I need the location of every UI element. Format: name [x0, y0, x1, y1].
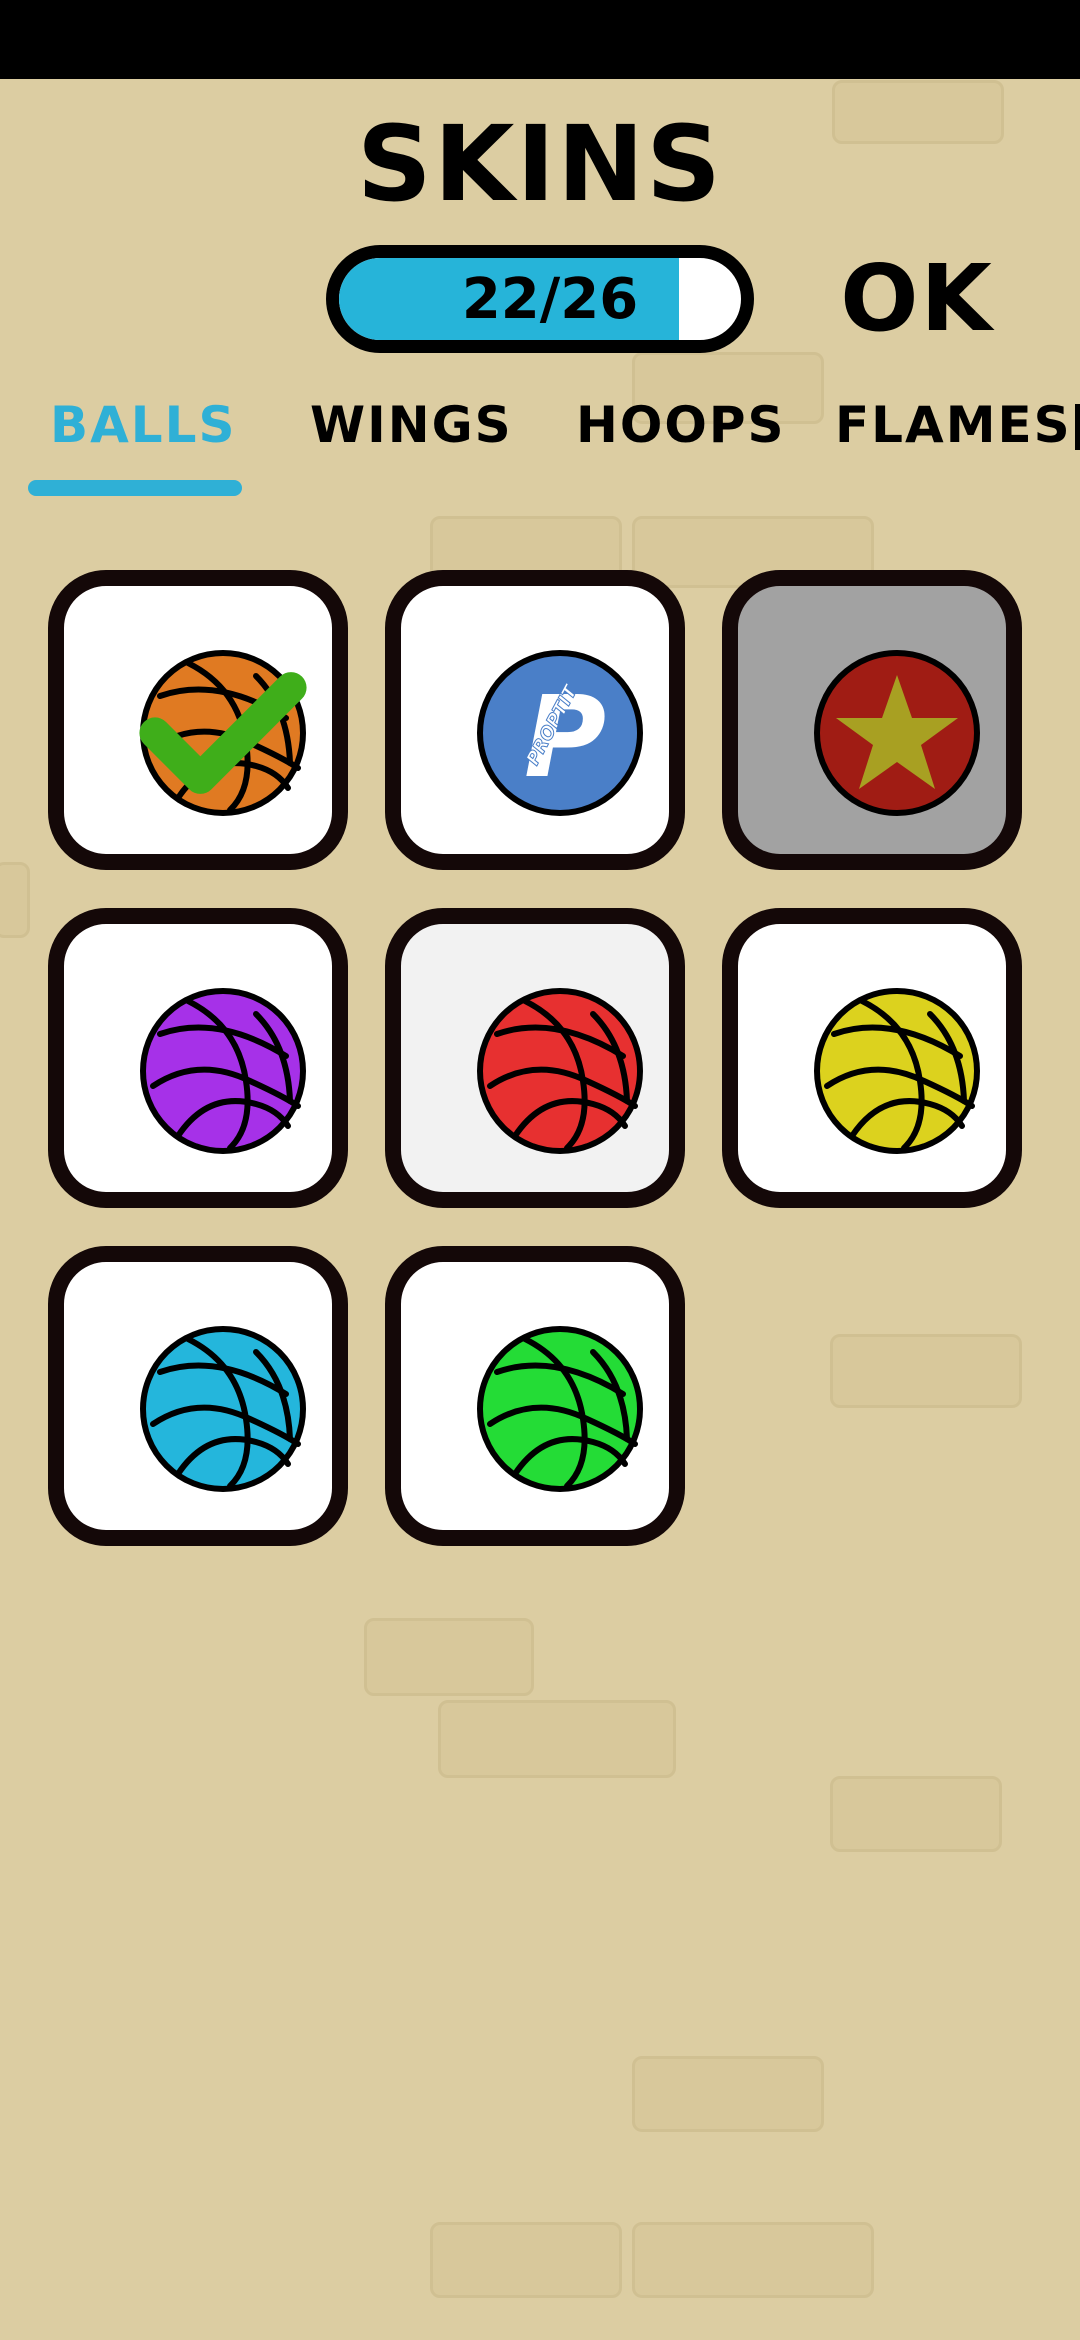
status-bar	[0, 0, 1080, 79]
skin-tile-orange-ball[interactable]	[48, 570, 348, 870]
tab-balls[interactable]: BALLS	[50, 390, 237, 460]
star-ball-icon	[814, 650, 980, 816]
cyan-ball-icon	[140, 1326, 306, 1492]
background-brick	[830, 1776, 1002, 1852]
background-brick	[632, 2056, 824, 2132]
background-brick	[430, 2222, 622, 2298]
category-tabs: BALLS WINGS HOOPS FLAMES	[0, 390, 1080, 500]
skin-tile-cyan-ball[interactable]	[48, 1246, 348, 1546]
yellow-ball-icon	[814, 988, 980, 1154]
background-brick	[830, 1334, 1022, 1408]
tab-hoops[interactable]: HOOPS	[576, 390, 786, 460]
tab-wings[interactable]: WINGS	[310, 390, 513, 460]
background-brick	[364, 1618, 534, 1696]
background-brick	[438, 1700, 676, 1778]
tab-flames[interactable]: FLAMES	[835, 390, 1072, 460]
background-brick	[632, 2222, 874, 2298]
red-ball-icon	[477, 988, 643, 1154]
page-title: SKINS	[356, 103, 724, 225]
skin-tile-green-ball[interactable]	[385, 1246, 685, 1546]
progress-count: 22/26	[461, 266, 639, 332]
unlock-progress-bar: 22/26	[326, 245, 754, 353]
proptit-ball-icon: PPROPTIT	[477, 650, 643, 816]
ok-button[interactable]: OK	[832, 238, 1002, 358]
equipped-check-icon	[139, 672, 307, 794]
green-ball-icon	[477, 1326, 643, 1492]
skin-tile-yellow-ball[interactable]	[722, 908, 1022, 1208]
skin-tile-red-ball[interactable]	[385, 908, 685, 1208]
tab-scroll-edge	[1075, 404, 1080, 450]
skin-tile-proptit-ball[interactable]: P PROPTIT	[385, 570, 685, 870]
background-brick	[0, 862, 30, 938]
skin-tile-purple-ball[interactable]	[48, 908, 348, 1208]
skin-tile-star-ball[interactable]	[722, 570, 1022, 870]
purple-ball-icon	[140, 988, 306, 1154]
active-tab-indicator	[28, 480, 242, 496]
